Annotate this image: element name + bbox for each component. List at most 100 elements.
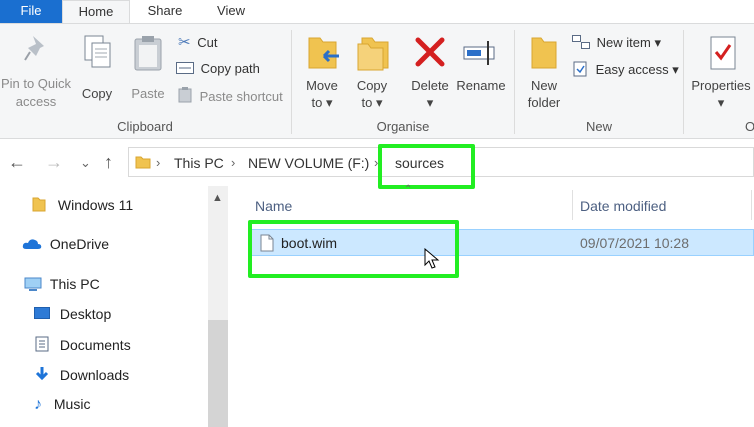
forward-arrow-icon[interactable]: → bbox=[45, 152, 63, 173]
move-to-label-line1: Move bbox=[306, 78, 338, 93]
new-item-button[interactable]: New item ▾ bbox=[572, 35, 661, 51]
folder-icon bbox=[135, 156, 151, 169]
nav-item-desktop[interactable]: Desktop bbox=[34, 306, 111, 322]
rename-button[interactable]: Rename bbox=[455, 32, 507, 116]
breadcrumb-new-volume[interactable]: NEW VOLUME (F:) bbox=[248, 155, 369, 171]
organise-group-label: Organise bbox=[376, 119, 430, 134]
move-to-button[interactable]: Move to ▾ bbox=[298, 32, 346, 116]
tab-share[interactable]: Share bbox=[130, 0, 200, 23]
properties-label: Properties bbox=[691, 78, 751, 93]
delete-icon bbox=[415, 37, 445, 67]
cut-button[interactable]: ✂ Cut bbox=[178, 35, 217, 51]
paste-shortcut-label: Paste shortcut bbox=[199, 89, 283, 104]
breadcrumb-chevron-icon[interactable]: › bbox=[231, 155, 235, 170]
copy-label: Copy bbox=[81, 86, 113, 101]
easy-access-label: Easy access bbox=[595, 62, 669, 77]
column-divider[interactable] bbox=[572, 190, 573, 220]
mouse-cursor-icon bbox=[424, 248, 440, 269]
move-to-icon bbox=[308, 37, 339, 69]
highlight-box-address bbox=[378, 144, 475, 189]
nav-item-music[interactable]: ♪ Music bbox=[34, 396, 90, 414]
cut-label: Cut bbox=[197, 35, 218, 50]
documents-icon bbox=[35, 336, 49, 352]
copy-to-icon bbox=[357, 37, 389, 71]
new-item-dropdown-icon: ▾ bbox=[654, 35, 661, 50]
tab-file[interactable]: File bbox=[0, 0, 62, 23]
cloud-icon bbox=[22, 239, 42, 249]
column-divider[interactable] bbox=[751, 190, 752, 220]
copy-to-label-line2: to ▾ bbox=[361, 95, 383, 110]
copy-icon bbox=[84, 35, 111, 68]
pin-to-quick-access-button[interactable]: Pin to Quick access bbox=[0, 32, 72, 112]
clipboard-group-label: Clipboard bbox=[117, 119, 173, 134]
new-folder-icon bbox=[531, 37, 557, 69]
copy-path-button[interactable]: Copy path bbox=[176, 61, 260, 77]
ribbon-tab-bar: File Home Share View bbox=[0, 0, 754, 23]
nav-item-label: Desktop bbox=[59, 306, 112, 322]
scroll-up-arrow-icon[interactable]: ▲ bbox=[212, 192, 223, 204]
easy-access-dropdown-icon: ▾ bbox=[672, 62, 679, 77]
nav-item-label: Windows 11 bbox=[57, 197, 134, 213]
clipboard-icon bbox=[134, 36, 162, 71]
column-header-date-modified[interactable]: Date modified bbox=[580, 198, 666, 214]
file-date-modified: 09/07/2021 10:28 bbox=[580, 235, 689, 251]
nav-item-label: OneDrive bbox=[49, 236, 110, 252]
computer-icon bbox=[24, 277, 42, 291]
copy-path-label: Copy path bbox=[200, 61, 260, 76]
nav-pane-scrollbar-thumb[interactable] bbox=[208, 320, 228, 427]
ribbon-separator bbox=[683, 30, 684, 134]
new-folder-button[interactable]: New folder bbox=[520, 32, 568, 116]
new-group-label: New bbox=[585, 119, 612, 134]
pin-icon bbox=[24, 36, 44, 61]
nav-item-onedrive[interactable]: OneDrive bbox=[22, 236, 109, 252]
rename-icon bbox=[463, 41, 495, 65]
delete-button[interactable]: Delete ▾ bbox=[405, 32, 455, 116]
open-group-label: O bbox=[744, 119, 754, 134]
tab-view[interactable]: View bbox=[200, 0, 262, 23]
paste-shortcut-button[interactable]: Paste shortcut bbox=[178, 87, 283, 105]
download-arrow-icon bbox=[35, 367, 49, 381]
new-item-label: New item bbox=[596, 35, 651, 50]
nav-item-this-pc[interactable]: This PC bbox=[24, 276, 100, 292]
nav-item-downloads[interactable]: Downloads bbox=[34, 366, 129, 383]
folder-icon bbox=[32, 197, 46, 212]
tab-home[interactable]: Home bbox=[62, 0, 130, 23]
properties-dropdown-icon: ▾ bbox=[717, 95, 725, 110]
rename-label: Rename bbox=[456, 78, 506, 93]
paste-shortcut-icon bbox=[178, 87, 192, 103]
nav-item-label: This PC bbox=[49, 276, 100, 292]
new-folder-label-line2: folder bbox=[527, 95, 561, 110]
copy-path-icon bbox=[176, 62, 194, 74]
column-header-name[interactable]: Name bbox=[255, 198, 292, 214]
file-list-header: Name Date modified bbox=[245, 190, 754, 222]
scissors-icon: ✂ bbox=[178, 34, 191, 51]
pin-label-line1: Pin to Quick bbox=[0, 76, 72, 91]
properties-button[interactable]: Properties ▾ bbox=[688, 32, 754, 116]
copy-to-button[interactable]: Copy to ▾ bbox=[348, 32, 396, 116]
copy-button[interactable]: Copy bbox=[74, 32, 120, 112]
delete-label: Delete bbox=[411, 78, 449, 93]
nav-item-windows-11[interactable]: Windows 11 bbox=[32, 196, 133, 213]
recent-locations-chevron-icon[interactable]: ⌄ bbox=[80, 155, 91, 171]
navigation-bar: ← → ⌄ ↑ › This PC › NEW VOLUME (F:) › so… bbox=[0, 140, 754, 184]
navigation-pane: Windows 11 OneDrive This PC Desktop Docu… bbox=[0, 184, 228, 427]
nav-item-label: Downloads bbox=[59, 367, 130, 383]
nav-item-label: Music bbox=[53, 396, 91, 412]
new-folder-label-line1: New bbox=[530, 78, 557, 93]
ribbon: Pin to Quick access Copy Paste ✂ Cut Cop bbox=[0, 23, 754, 139]
nav-item-label: Documents bbox=[59, 337, 131, 353]
paste-label: Paste bbox=[131, 86, 165, 101]
back-arrow-icon[interactable]: ← bbox=[8, 152, 26, 173]
nav-item-documents[interactable]: Documents bbox=[34, 336, 131, 353]
desktop-icon bbox=[34, 307, 50, 319]
breadcrumb-chevron-icon[interactable]: › bbox=[156, 155, 160, 170]
pin-label-line2: access bbox=[15, 94, 57, 109]
paste-button[interactable]: Paste bbox=[124, 32, 172, 112]
up-arrow-icon[interactable]: ↑ bbox=[104, 152, 113, 173]
easy-access-button[interactable]: Easy access ▾ bbox=[572, 61, 679, 78]
new-item-icon bbox=[572, 35, 590, 49]
copy-to-label-line1: Copy bbox=[356, 78, 388, 93]
properties-icon bbox=[710, 36, 736, 70]
breadcrumb-this-pc[interactable]: This PC bbox=[174, 155, 224, 171]
music-note-icon: ♪ bbox=[34, 396, 42, 413]
